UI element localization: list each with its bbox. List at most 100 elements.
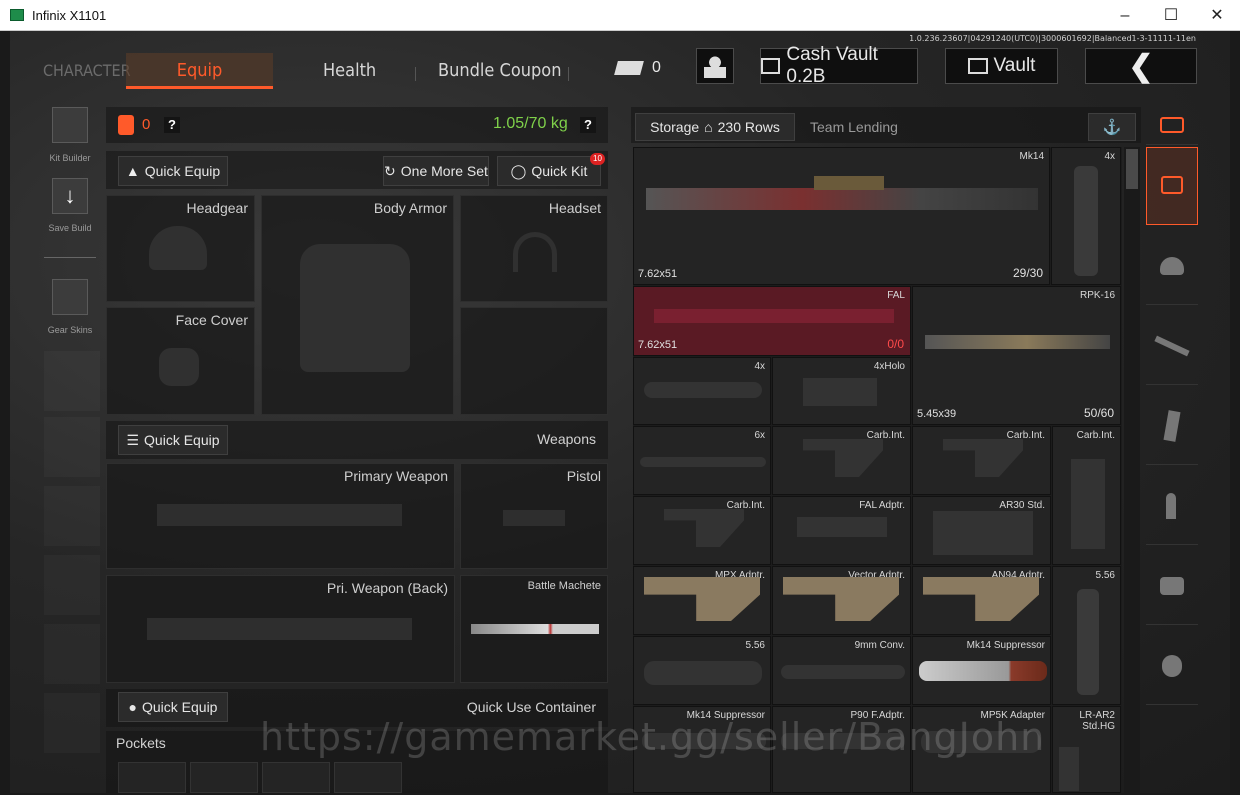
body-armor-slot[interactable]: Body Armor (261, 195, 454, 415)
storage-item-4x-scope[interactable]: 4x (1051, 147, 1121, 285)
vault-button[interactable]: Vault (945, 48, 1058, 84)
quick-kit-button[interactable]: ◯ Quick Kit (497, 156, 601, 186)
quick-kit-badge: 10 (590, 153, 605, 165)
item-name: FAL Adptr. (859, 500, 905, 511)
quick-use-quick-equip-button[interactable]: ● Quick Equip (118, 692, 228, 722)
pocket-slot[interactable] (118, 762, 186, 793)
headset-slot[interactable]: Headset (460, 195, 608, 302)
pockets-label: Pockets (116, 735, 166, 751)
melee-slot[interactable]: Battle Machete (460, 575, 608, 683)
rifle-silhouette-icon (157, 504, 402, 526)
home-icon: ⌂ (704, 119, 713, 135)
category-attachments[interactable] (1146, 547, 1198, 625)
category-gear[interactable] (1146, 147, 1198, 225)
storage-item-rpk16[interactable]: RPK-16 5.45x39 50/60 (912, 286, 1121, 425)
tab-character[interactable]: CHARACTER (43, 53, 131, 89)
suppressor-icon (1077, 589, 1099, 695)
backpack-count: 0 (142, 116, 151, 133)
scrollbar-thumb[interactable] (1126, 149, 1138, 189)
category-ammo[interactable] (1146, 467, 1198, 545)
pocket-slot[interactable] (262, 762, 330, 793)
headgear-slot[interactable]: Headgear (106, 195, 255, 302)
shirt-icon: ▲ (125, 163, 140, 179)
save-build-icon[interactable]: ↓ (52, 178, 88, 214)
kit-builder-icon[interactable] (52, 107, 88, 143)
quick-kit-label: Quick Kit (531, 163, 588, 179)
pocket-slot[interactable] (334, 762, 402, 793)
agent-button[interactable] (696, 48, 734, 84)
storage-item-4x-scope-2[interactable]: 4x (633, 357, 771, 425)
storage-tab[interactable]: Storage ⌂ 230 Rows (635, 113, 795, 141)
weapons-quick-equip-button[interactable]: ☰ Quick Equip (118, 425, 228, 455)
grenade-icon (1162, 655, 1182, 677)
tab-equip[interactable]: Equip (126, 53, 273, 89)
storage-item-mk14-suppressor[interactable]: Mk14 Suppressor (912, 636, 1051, 705)
vault-icon (967, 58, 988, 74)
sidebar-divider (44, 257, 96, 258)
empty-gear-slot[interactable] (460, 307, 608, 415)
storage-item-6x-scope[interactable]: 6x (633, 426, 771, 495)
item-caliber: 5.45x39 (917, 408, 957, 420)
quick-equip-label: Quick Equip (144, 163, 221, 179)
category-all[interactable] (1146, 107, 1198, 145)
sort-button[interactable]: ⚓ (1088, 113, 1136, 141)
tab-health[interactable]: Health (323, 53, 376, 89)
team-lending-tab[interactable]: Team Lending (810, 119, 898, 135)
category-magazines[interactable] (1146, 387, 1198, 465)
cash-icon (761, 58, 781, 74)
item-name: 4x (754, 361, 765, 372)
cash-vault-button[interactable]: Cash Vault 0.2B (760, 44, 918, 87)
gear-skins-icon[interactable] (52, 279, 88, 315)
help-icon[interactable]: ? (164, 117, 180, 133)
primary-back-slot[interactable]: Pri. Weapon (Back) (106, 575, 455, 683)
storage-item-vector-adptr[interactable]: Vector Adptr. (772, 566, 911, 635)
primary-back-label: Pri. Weapon (Back) (326, 580, 448, 596)
close-button[interactable]: ✕ (1194, 0, 1240, 31)
category-consumables[interactable] (1146, 627, 1198, 705)
grenade-icon: ● (128, 699, 137, 715)
storage-item-9mm-conv[interactable]: 9mm Conv. (772, 636, 911, 705)
kit-builder-label: Kit Builder (49, 153, 91, 163)
storage-item-lr-ar2-std-hg[interactable]: LR-AR2 Std.HG (1052, 706, 1121, 793)
pistol-slot[interactable]: Pistol (460, 463, 608, 569)
maximize-button[interactable]: ☐ (1148, 0, 1194, 31)
storage-item-carb-int[interactable]: Carb.Int. (912, 426, 1051, 495)
adapter-icon (797, 517, 887, 537)
tab-bundle-coupon[interactable]: Bundle Coupon (438, 53, 561, 89)
scope-icon (644, 382, 762, 398)
back-button[interactable]: ❮ (1085, 48, 1197, 84)
storage-item-carb-int-vertical[interactable]: Carb.Int. (1052, 426, 1121, 565)
storage-item-ar30-std[interactable]: AR30 Std. (912, 496, 1051, 565)
layers-icon (1160, 117, 1184, 133)
storage-item-556[interactable]: 5.56 (633, 636, 771, 705)
storage-item-mpx-adptr[interactable]: MPX Adptr. (633, 566, 771, 635)
pistol-silhouette-icon (503, 510, 565, 526)
pocket-slot[interactable] (190, 762, 258, 793)
storage-item-fal[interactable]: FAL 7.62x51 0/0 (633, 286, 911, 356)
stock-icon (933, 511, 1033, 555)
face-cover-slot[interactable]: Face Cover (106, 307, 255, 415)
quick-equip-button[interactable]: ▲ Quick Equip (118, 156, 228, 186)
weight-label: 1.05/70 kg (493, 115, 568, 132)
storage-item-mk14[interactable]: Mk14 7.62x51 29/30 (633, 147, 1050, 285)
storage-item-4xholo[interactable]: 4xHolo (772, 357, 911, 425)
storage-item-carb-int[interactable]: Carb.Int. (772, 426, 911, 495)
storage-item-fal-adptr[interactable]: FAL Adptr. (772, 496, 911, 565)
sidebar-empty-slot (44, 417, 100, 477)
one-more-set-button[interactable]: ↻ One More Set (383, 156, 489, 186)
category-weapons[interactable] (1146, 307, 1198, 385)
storage-item-an94-adptr[interactable]: AN94 Adptr. (912, 566, 1051, 635)
save-build-label: Save Build (48, 223, 92, 233)
game-viewport: 1.0.236.23607|04291240(UTC0)|3000601692|… (10, 31, 1230, 793)
weapons-quick-equip-label: Quick Equip (144, 432, 220, 448)
weight-help-icon[interactable]: ? (580, 117, 596, 133)
storage-label: Storage (650, 119, 700, 135)
face-cover-label: Face Cover (175, 312, 248, 328)
minimize-button[interactable]: – (1102, 0, 1148, 31)
storage-item-carb-int[interactable]: Carb.Int. (633, 496, 771, 565)
coupon-counter[interactable]: 0 (614, 51, 671, 85)
storage-item-556-vertical[interactable]: 5.56 (1052, 566, 1121, 705)
category-helmet[interactable] (1146, 227, 1198, 305)
storage-scrollbar[interactable] (1124, 147, 1140, 793)
primary-weapon-slot[interactable]: Primary Weapon (106, 463, 455, 569)
